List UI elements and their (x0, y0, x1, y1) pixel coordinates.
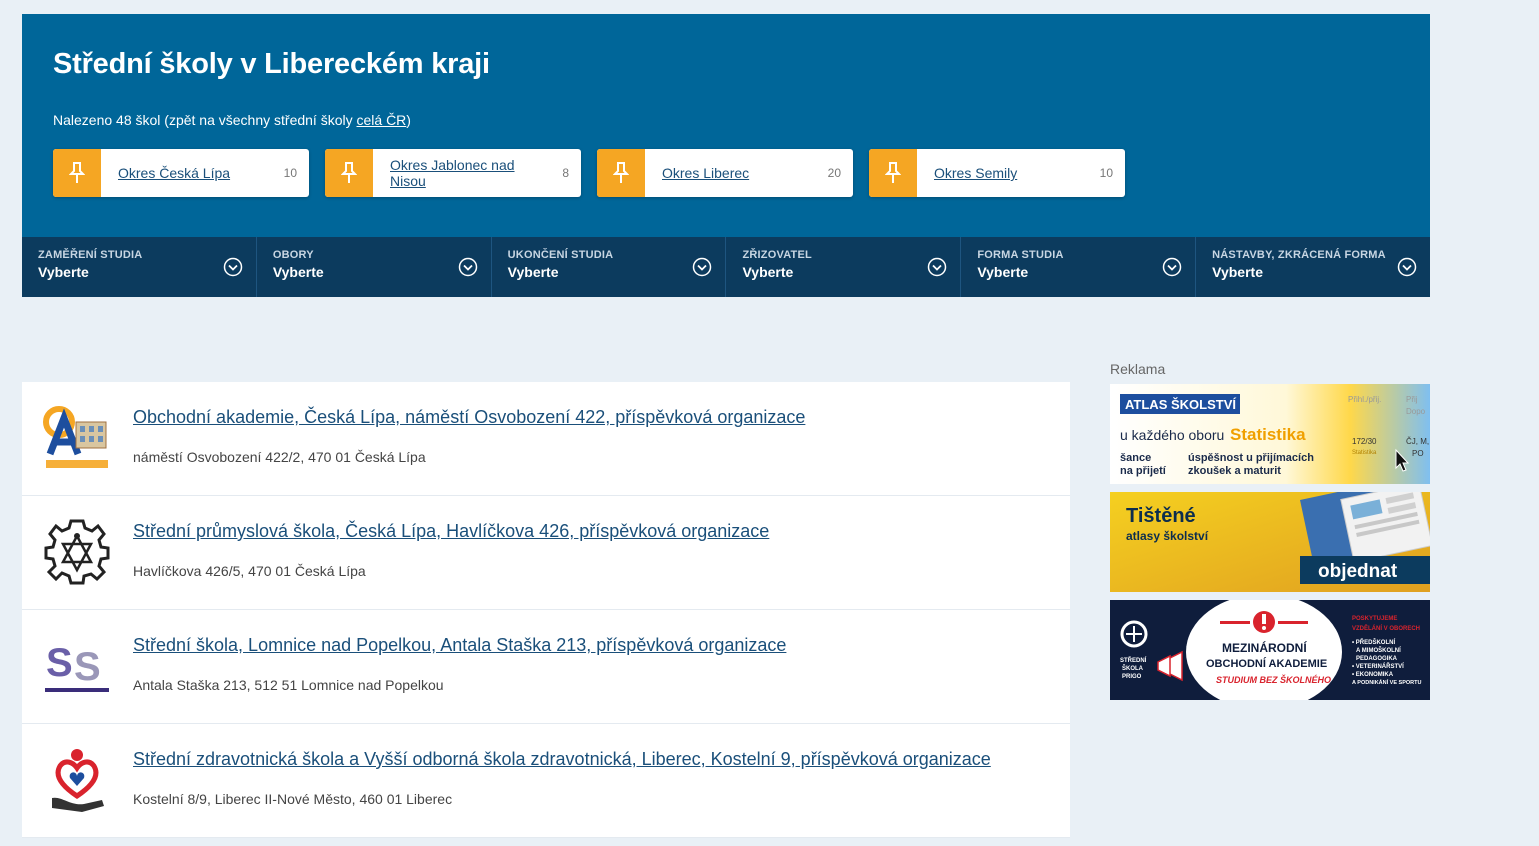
ad3-right3: • PŘEDŠKOLNÍ (1352, 638, 1395, 646)
ad3-right5: PEDAGOGIKA (1356, 656, 1398, 662)
pin-icon (53, 149, 101, 197)
ad1-side4: PO (1412, 449, 1424, 458)
filter-ukonceni[interactable]: UKONČENÍ STUDIA Vyberte (492, 237, 727, 297)
ad1-brand: ATLAS ŠKOLSTVÍ (1125, 397, 1236, 412)
results-count: Nalezeno 48 škol (zpět na všechny středn… (53, 112, 411, 128)
svg-text:S: S (46, 641, 73, 685)
district-name[interactable]: Okres Jablonec nad Nisou (373, 157, 562, 189)
ads-sidebar: Reklama ATLAS ŠKOLSTVÍ u každého oboru S… (1110, 361, 1430, 708)
ad3-subtitle: STUDIUM BEZ ŠKOLNÉHO (1216, 674, 1331, 685)
ad3-right8: A PODNIKÁNÍ VE SPORTU (1352, 678, 1421, 686)
all-cr-link[interactable]: celá ČR (357, 112, 407, 128)
page-header: Střední školy v Libereckém kraji Nalezen… (22, 14, 1430, 297)
filter-zrizovatel[interactable]: ZŘIZOVATEL Vyberte (726, 237, 962, 297)
heart-hand-logo (52, 749, 104, 812)
pin-icon (597, 149, 645, 197)
ad3-school3: PRIGO (1122, 674, 1142, 680)
ad3-school1: STŘEDNÍ (1120, 656, 1147, 664)
school-title-link[interactable]: Střední škola, Lomnice nad Popelkou, Ant… (133, 635, 786, 656)
ad2-subtitle: atlasy školství (1126, 529, 1209, 543)
ad-tistene-atlasy[interactable]: Tištěné atlasy školství objednat (1110, 492, 1430, 592)
pin-icon (869, 149, 917, 197)
ad1-table-small: Statistika (1352, 450, 1377, 456)
gear-compass-logo (44, 519, 110, 585)
ad1-side2: Dopo (1406, 407, 1426, 416)
svg-text:S: S (74, 645, 101, 689)
chevron-down-icon (928, 257, 947, 277)
ad2-button: objednat (1318, 561, 1398, 582)
district-card-jablonec[interactable]: Okres Jablonec nad Nisou 8 (325, 149, 581, 197)
district-name[interactable]: Okres Liberec (645, 165, 828, 181)
filter-obory[interactable]: OBORY Vyberte (257, 237, 492, 297)
ad1-table-val: 172/30 (1352, 437, 1377, 446)
school-title-link[interactable]: Obchodní akademie, Česká Lípa, náměstí O… (133, 407, 805, 428)
district-count: 10 (283, 166, 297, 180)
results-count-text: Nalezeno 48 škol (zpět na všechny středn… (53, 112, 357, 128)
ad1-highlight: Statistika (1230, 425, 1306, 444)
filter-zamereni[interactable]: ZAMĚŘENÍ STUDIA Vyberte (22, 237, 257, 297)
school-address: Antala Staška 213, 512 51 Lomnice nad Po… (133, 677, 444, 693)
ad1-table-head: Přihl./přij. (1348, 395, 1381, 404)
ad3-title1: MEZINÁRODNÍ (1222, 640, 1307, 655)
district-count: 20 (827, 166, 841, 180)
ss-lomnice-logo: S S (45, 641, 109, 692)
ad-atlasy-graphic: Tištěné atlasy školství objednat (1110, 492, 1430, 592)
filter-forma[interactable]: FORMA STUDIA Vyberte (961, 237, 1197, 297)
school-list: Obchodní akademie, Česká Lípa, náměstí O… (22, 382, 1070, 838)
school-address: náměstí Osvobození 422/2, 470 01 Česká L… (133, 449, 426, 465)
ad1-side1: Přij (1406, 395, 1418, 404)
district-list: Okres Česká Lípa 10 Okres Jablonec nad N… (53, 149, 1125, 197)
district-card-liberec[interactable]: Okres Liberec 20 (597, 149, 853, 197)
ad3-right6: • VETERINÁŘSTVÍ (1352, 662, 1404, 670)
ad3-right7: • EKONOMIKA (1352, 672, 1394, 678)
ad3-right4: A MIMOŠKOLNÍ (1356, 646, 1401, 654)
ad1-line3a: úspěšnost u přijímacích (1188, 452, 1314, 464)
ad1-line2a: šance (1120, 452, 1151, 464)
district-count: 10 (1099, 166, 1113, 180)
chevron-down-icon (458, 257, 477, 277)
district-card-semily[interactable]: Okres Semily 10 (869, 149, 1125, 197)
page-title: Střední školy v Libereckém kraji (53, 48, 490, 80)
ad1-side3: ČJ, M, (1406, 437, 1429, 446)
school-title-link[interactable]: Střední průmyslová škola, Česká Lípa, Ha… (133, 521, 769, 542)
ad-atlas-statistika[interactable]: ATLAS ŠKOLSTVÍ u každého oboru Statistik… (1110, 384, 1430, 484)
list-item: S S Střední škola, Lomnice nad Popelkou,… (22, 610, 1070, 724)
pin-icon (325, 149, 373, 197)
chevron-down-icon (1397, 257, 1417, 277)
chevron-down-icon (223, 257, 243, 277)
ad-prigo[interactable]: STŘEDNÍ ŠKOLA PRIGO MEZINÁRODNÍ OBCHODNÍ… (1110, 600, 1430, 700)
district-name[interactable]: Okres Semily (917, 165, 1100, 181)
chevron-down-icon (693, 257, 712, 277)
filter-bar: ZAMĚŘENÍ STUDIA Vyberte OBORY Vyberte UK… (22, 237, 1430, 297)
results-count-suffix: ) (406, 112, 411, 128)
ad3-right2: VZDĚLÁNÍ V OBORECH (1352, 624, 1420, 632)
list-item: Střední průmyslová škola, Česká Lípa, Ha… (22, 496, 1070, 610)
school-address: Kostelní 8/9, Liberec II-Nové Město, 460… (133, 791, 453, 807)
school-title-link[interactable]: Střední zdravotnická škola a Vyšší odbor… (133, 749, 991, 770)
oa-ceska-lipa-logo (43, 406, 108, 468)
chevron-down-icon (1162, 257, 1182, 277)
list-item: Obchodní akademie, Česká Lípa, náměstí O… (22, 382, 1070, 496)
ad1-line2b: na přijetí (1120, 465, 1167, 477)
ads-label: Reklama (1110, 361, 1166, 377)
school-address: Havlíčkova 426/5, 470 01 Česká Lípa (133, 563, 366, 579)
ad1-line1: u každého oboru (1120, 427, 1224, 443)
ad-prigo-graphic: STŘEDNÍ ŠKOLA PRIGO MEZINÁRODNÍ OBCHODNÍ… (1110, 600, 1430, 700)
district-count: 8 (562, 166, 569, 180)
district-name[interactable]: Okres Česká Lípa (101, 165, 284, 181)
list-item: Střední zdravotnická škola a Vyšší odbor… (22, 724, 1070, 838)
district-card-ceska-lipa[interactable]: Okres Česká Lípa 10 (53, 149, 309, 197)
ad3-school2: ŠKOLA (1122, 664, 1144, 672)
ad3-title2: OBCHODNÍ AKADEMIE (1206, 657, 1327, 670)
filter-nastavby[interactable]: NÁSTAVBY, ZKRÁCENÁ FORMA Vyberte (1196, 237, 1430, 297)
ad3-right1: POSKYTUJEME (1352, 616, 1397, 622)
ad1-line3b: zkoušek a maturit (1188, 465, 1281, 477)
ad-atlas-graphic: ATLAS ŠKOLSTVÍ u každého oboru Statistik… (1110, 384, 1430, 484)
ad2-title: Tištěné (1126, 505, 1196, 527)
